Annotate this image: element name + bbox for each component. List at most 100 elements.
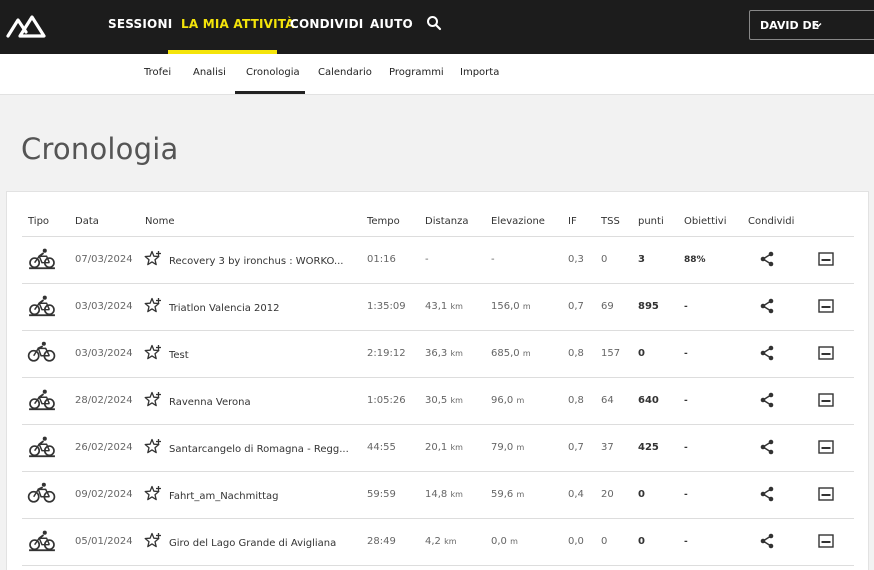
user-menu-button[interactable]: DAVID DE [749,10,874,40]
star-plus-icon[interactable] [144,344,162,362]
nav-aiuto[interactable]: AIUTO [370,17,413,31]
activity-tss: 69 [601,301,614,312]
active-tab-indicator [235,91,305,94]
star-plus-icon[interactable] [144,391,162,409]
elevation-value: 685,0 [491,348,520,359]
activity-goals: - [684,537,688,547]
column-header-data[interactable]: Data [75,216,99,227]
tab-analisi[interactable]: Analisi [193,67,226,78]
column-header-if[interactable]: IF [568,216,577,227]
distance-unit: km [450,396,463,405]
nav-sessioni[interactable]: SESSIONI [108,17,172,31]
activity-table: Tipo Data Nome Tempo Distanza Elevazione… [6,191,869,570]
activity-tss: 157 [601,348,621,359]
distance-value: 20,1 [425,442,448,453]
activity-distance: 43,1 km [425,301,463,312]
activity-if: 0,0 [568,536,584,547]
elevation-value: 0,0 [491,536,507,547]
activity-points: 0 [638,489,645,500]
distance-value: 36,3 [425,348,448,359]
column-header-tempo[interactable]: Tempo [367,216,400,227]
share-icon[interactable] [759,439,775,455]
logo-icon[interactable] [6,14,46,38]
summary-card-icon[interactable] [818,252,834,266]
table-row[interactable]: 26/02/2024 Santarcangelo di Romagna - Reg… [22,425,854,472]
column-header-punti[interactable]: punti [638,216,664,227]
star-plus-icon[interactable] [144,438,162,456]
activity-name[interactable]: Triatlon Valencia 2012 [169,303,279,314]
elevation-value: - [491,254,495,265]
activity-distance: 36,3 km [425,348,463,359]
tab-calendario[interactable]: Calendario [318,67,372,78]
indoor-bike-icon [29,436,55,458]
activity-elevation: 96,0 m [491,395,524,406]
activity-elevation: - [491,254,495,265]
activity-elevation: 79,0 m [491,442,524,453]
activity-date: 26/02/2024 [75,442,133,453]
indoor-bike-icon [29,248,55,270]
summary-card-icon[interactable] [818,534,834,548]
table-row[interactable]: 09/02/2024 Fahrt_am_Nachmittag 59:59 14,8 k… [22,472,854,519]
nav-la-mia-attivita[interactable]: LA MIA ATTIVITÀ [181,17,295,31]
summary-card-icon[interactable] [818,393,834,407]
activity-tss: 20 [601,489,614,500]
activity-tss: 0 [601,254,608,265]
page-title: Cronologia [21,132,179,166]
activity-date: 09/02/2024 [75,489,133,500]
share-icon[interactable] [759,251,775,267]
elevation-value: 59,6 [491,489,514,500]
activity-time: 1:05:26 [367,395,406,406]
tab-importa[interactable]: Importa [460,67,499,78]
indoor-bike-icon [29,295,55,317]
activity-name[interactable]: Fahrt_am_Nachmittag [169,491,278,502]
column-header-nome[interactable]: Nome [145,216,175,227]
nav-condividi[interactable]: CONDIVIDI [290,17,363,31]
column-header-elevazione[interactable]: Elevazione [491,216,545,227]
activity-name[interactable]: Ravenna Verona [169,397,251,408]
activity-name[interactable]: Santarcangelo di Romagna - Regg... [169,444,349,455]
activity-name[interactable]: Test [169,350,189,361]
activity-distance: 14,8 km [425,489,463,500]
summary-card-icon[interactable] [818,440,834,454]
distance-value: 30,5 [425,395,448,406]
column-header-obiettivi[interactable]: Obiettivi [684,216,726,227]
table-row[interactable]: 28/02/2024 Ravenna Verona 1:05:26 30,5 km 96… [22,378,854,425]
elevation-unit: m [516,490,525,499]
star-plus-icon[interactable] [144,485,162,503]
activity-if: 0,7 [568,301,584,312]
table-row[interactable]: 03/03/2024 Triatlon Valencia 2012 1:35:09 4… [22,284,854,331]
share-icon[interactable] [759,298,775,314]
tab-cronologia[interactable]: Cronologia [246,67,300,78]
table-row[interactable]: 05/01/2024 Giro del Lago Grande di Avigli… [22,519,854,566]
column-header-distanza[interactable]: Distanza [425,216,468,227]
distance-value: 14,8 [425,489,448,500]
share-icon[interactable] [759,533,775,549]
column-header-tipo: Tipo [28,216,50,227]
indoor-bike-icon [29,530,55,552]
activity-points: 895 [638,301,659,312]
share-icon[interactable] [759,345,775,361]
column-header-tss[interactable]: TSS [601,216,620,227]
share-icon[interactable] [759,486,775,502]
activity-goals: 88% [684,255,706,265]
summary-card-icon[interactable] [818,299,834,313]
activity-time: 01:16 [367,254,396,265]
distance-value: 4,2 [425,536,441,547]
table-row[interactable]: 07/03/2024 Recovery 3 by ironchus : WORKO… [22,237,854,284]
activity-name[interactable]: Recovery 3 by ironchus : WORKO... [169,256,344,267]
star-plus-icon[interactable] [144,297,162,315]
search-icon[interactable] [426,15,442,31]
summary-card-icon[interactable] [818,346,834,360]
activity-name[interactable]: Giro del Lago Grande di Avigliana [169,538,336,549]
share-icon[interactable] [759,392,775,408]
summary-card-icon[interactable] [818,487,834,501]
distance-unit: km [450,443,463,452]
distance-value: - [425,254,429,265]
star-plus-icon[interactable] [144,250,162,268]
star-plus-icon[interactable] [144,532,162,550]
activity-points: 640 [638,395,659,406]
table-row[interactable]: 03/03/2024 Test 2:19:12 36,3 km 685,0 m 0,8 15… [22,331,854,378]
tab-programmi[interactable]: Programmi [389,67,444,78]
tab-trofei[interactable]: Trofei [144,67,171,78]
elevation-unit: m [522,302,531,311]
